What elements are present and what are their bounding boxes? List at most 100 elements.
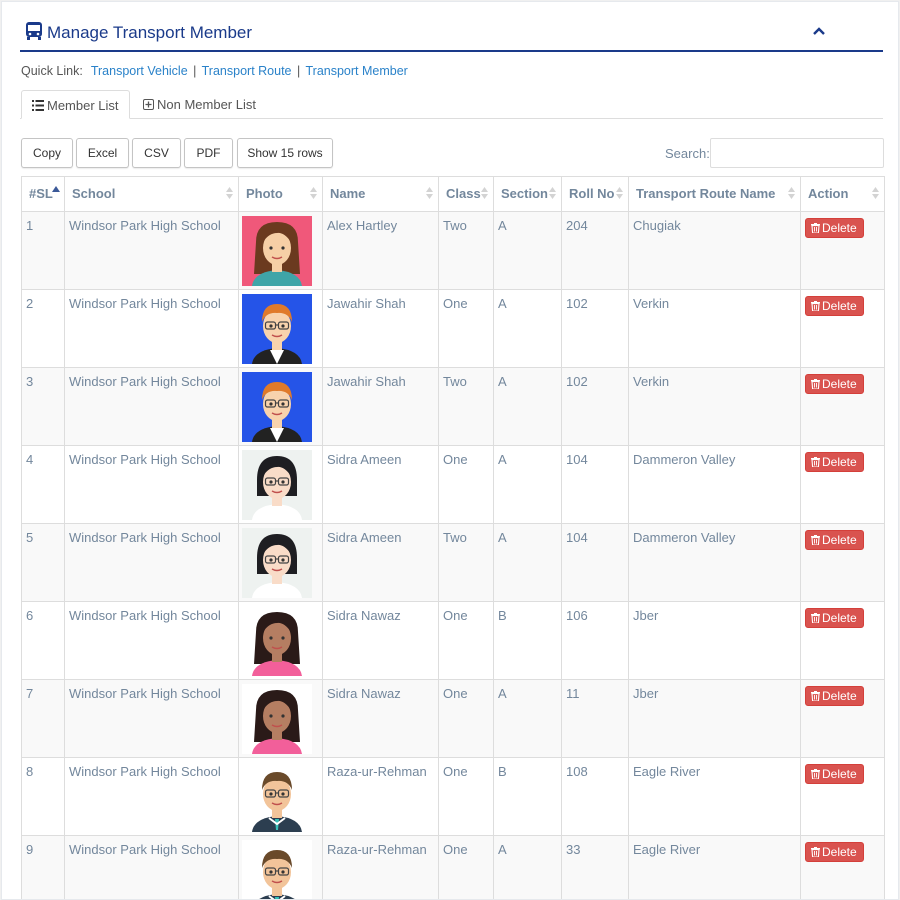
cell-class: Two <box>438 367 494 446</box>
cell-class: One <box>438 289 494 368</box>
page-title: Manage Transport Member <box>47 23 253 42</box>
cell-action: Delete <box>800 445 885 524</box>
table-row: 2 Windsor Park High School Jawahir Shah One… <box>21 289 885 368</box>
delete-label: Delete <box>822 377 857 391</box>
cell-name: Raza-ur-Rehman <box>322 757 439 836</box>
th-sl[interactable]: #SL <box>21 176 65 212</box>
link-separator: | <box>296 64 301 78</box>
cell-name: Sidra Ameen <box>322 523 439 602</box>
cell-route-name: Verkin <box>628 367 801 446</box>
cell-photo <box>238 601 323 680</box>
tab-member-list[interactable]: Member List <box>21 90 130 119</box>
th-route-name[interactable]: Transport Route Name <box>628 176 801 212</box>
show-rows-button[interactable]: Show 15 rows <box>237 138 333 168</box>
cell-class: One <box>438 835 494 899</box>
avatar-man-glasses-suit-icon <box>242 762 312 832</box>
sort-icon <box>310 187 317 199</box>
th-action[interactable]: Action <box>800 176 885 212</box>
column-header-label: Action <box>808 186 849 201</box>
delete-button[interactable]: Delete <box>805 842 864 862</box>
plus-square-icon <box>143 99 154 110</box>
cell-photo <box>238 367 323 446</box>
delete-label: Delete <box>822 221 857 235</box>
trash-icon <box>811 457 820 468</box>
th-class[interactable]: Class <box>438 176 494 212</box>
cell-school: Windsor Park High School <box>64 367 239 446</box>
cell-school: Windsor Park High School <box>64 445 239 524</box>
table-row: 5 Windsor Park High School Sidra Ameen Two A… <box>21 523 885 602</box>
cell-photo <box>238 445 323 524</box>
trash-icon <box>811 769 820 780</box>
link-transport-route[interactable]: Transport Route <box>202 64 292 78</box>
cell-roll-no: 104 <box>561 523 629 602</box>
sort-icon <box>481 187 488 199</box>
panel-header: Manage Transport Member <box>20 14 883 52</box>
column-header-label: Section <box>501 186 548 201</box>
avatar-boy-glasses-orange-hair-icon <box>242 372 312 442</box>
tab-non-member-list[interactable]: Non Member List <box>133 90 266 119</box>
cell-roll-no: 33 <box>561 835 629 899</box>
delete-button[interactable]: Delete <box>805 374 864 394</box>
search-label: Search: <box>665 146 710 161</box>
delete-button[interactable]: Delete <box>805 686 864 706</box>
cell-school: Windsor Park High School <box>64 211 239 290</box>
trash-icon <box>811 847 820 858</box>
cell-route-name: Dammeron Valley <box>628 445 801 524</box>
cell-section: B <box>493 757 562 836</box>
link-transport-member[interactable]: Transport Member <box>305 64 407 78</box>
delete-button[interactable]: Delete <box>805 608 864 628</box>
cell-photo <box>238 757 323 836</box>
delete-button[interactable]: Delete <box>805 530 864 550</box>
cell-action: Delete <box>800 757 885 836</box>
cell-roll-no: 11 <box>561 679 629 758</box>
th-roll-no[interactable]: Roll No <box>561 176 629 212</box>
cell-section: A <box>493 445 562 524</box>
cell-sl: 7 <box>21 679 65 758</box>
th-school[interactable]: School <box>64 176 239 212</box>
cell-sl: 1 <box>21 211 65 290</box>
th-name[interactable]: Name <box>322 176 439 212</box>
copy-button[interactable]: Copy <box>21 138 73 168</box>
sort-icon <box>872 187 879 199</box>
trash-icon <box>811 535 820 546</box>
cell-name: Sidra Nawaz <box>322 679 439 758</box>
chevron-up-icon[interactable] <box>812 24 826 38</box>
trash-icon <box>811 223 820 234</box>
cell-school: Windsor Park High School <box>64 289 239 368</box>
sort-icon <box>426 187 433 199</box>
table-row: 9 Windsor Park High School Raza-ur-Rehman O… <box>21 835 885 899</box>
avatar-boy-glasses-orange-hair-icon <box>242 294 312 364</box>
cell-sl: 8 <box>21 757 65 836</box>
sort-icon <box>226 187 233 199</box>
column-header-label: #SL <box>29 186 53 201</box>
cell-route-name: Chugiak <box>628 211 801 290</box>
cell-route-name: Jber <box>628 601 801 680</box>
delete-button[interactable]: Delete <box>805 296 864 316</box>
trash-icon <box>811 613 820 624</box>
cell-photo <box>238 523 323 602</box>
link-transport-vehicle[interactable]: Transport Vehicle <box>91 64 188 78</box>
excel-button[interactable]: Excel <box>76 138 129 168</box>
trash-icon <box>811 379 820 390</box>
cell-sl: 4 <box>21 445 65 524</box>
csv-button[interactable]: CSV <box>132 138 181 168</box>
cell-action: Delete <box>800 289 885 368</box>
column-header-label: Roll No <box>569 186 615 201</box>
table-row: 1 Windsor Park High School Alex Hartley Two… <box>21 211 885 290</box>
pdf-button[interactable]: PDF <box>184 138 233 168</box>
delete-label: Delete <box>822 299 857 313</box>
cell-photo <box>238 835 323 899</box>
quick-link-label: Quick Link: <box>21 64 83 78</box>
cell-section: A <box>493 289 562 368</box>
delete-button[interactable]: Delete <box>805 764 864 784</box>
cell-photo <box>238 211 323 290</box>
avatar-girl-brown-hair-icon <box>242 216 312 286</box>
delete-label: Delete <box>822 689 857 703</box>
cell-photo <box>238 289 323 368</box>
th-photo[interactable]: Photo <box>238 176 323 212</box>
search-input[interactable] <box>710 138 884 168</box>
delete-button[interactable]: Delete <box>805 218 864 238</box>
column-header-label: Class <box>446 186 481 201</box>
th-section[interactable]: Section <box>493 176 562 212</box>
delete-button[interactable]: Delete <box>805 452 864 472</box>
